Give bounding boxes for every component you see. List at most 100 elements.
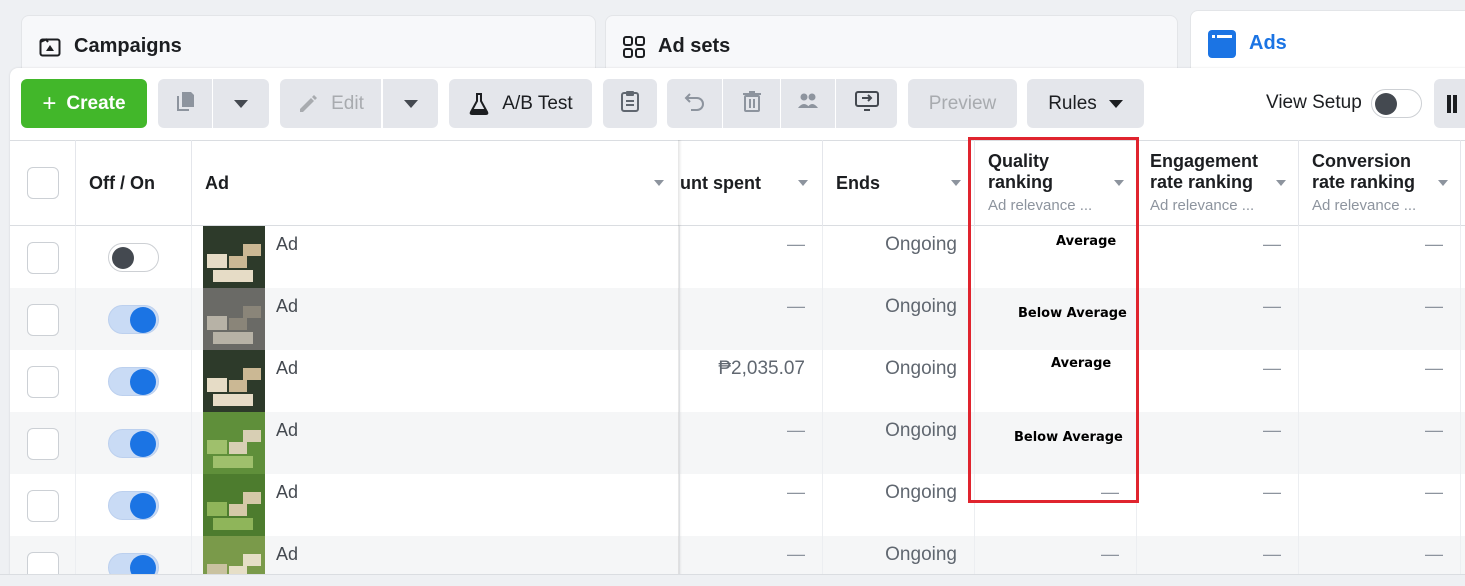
edit-dropdown[interactable] bbox=[383, 79, 438, 128]
clipboard-button[interactable] bbox=[603, 79, 657, 128]
chevron-down-icon bbox=[403, 99, 418, 108]
ends-cell: Ongoing bbox=[885, 420, 957, 441]
header-ad-sort[interactable] bbox=[654, 140, 666, 226]
amount-spent-cell: ₱2,035.07 bbox=[718, 358, 805, 379]
compare-icon bbox=[854, 89, 880, 119]
ad-thumbnail[interactable] bbox=[203, 350, 265, 412]
row-checkbox[interactable] bbox=[27, 304, 59, 336]
compare-button[interactable] bbox=[836, 79, 897, 128]
header-engagement-ranking[interactable]: Engagement rate ranking Ad relevance ... bbox=[1150, 151, 1275, 214]
campaign-icon bbox=[38, 35, 62, 59]
chevron-down-icon bbox=[798, 180, 808, 186]
chevron-down-icon bbox=[951, 180, 961, 186]
view-setup-label: View Setup bbox=[1266, 92, 1362, 113]
ads-table: Off / On Ad unt spent Ends Quality ranki… bbox=[10, 140, 1465, 586]
header-off-on: Off / On bbox=[89, 173, 155, 193]
ends-cell: Ongoing bbox=[885, 234, 957, 255]
amount-spent-cell: — bbox=[787, 420, 805, 440]
tab-ads-label: Ads bbox=[1249, 32, 1287, 54]
ad-status-toggle[interactable] bbox=[108, 367, 159, 396]
conversion-ranking-cell: — bbox=[1425, 420, 1443, 440]
row-checkbox[interactable] bbox=[27, 490, 59, 522]
chevron-down-icon bbox=[654, 180, 664, 186]
ends-cell: Ongoing bbox=[885, 296, 957, 317]
duplicate-button[interactable] bbox=[158, 79, 212, 128]
header-amount-spent[interactable]: unt spent bbox=[680, 173, 761, 194]
conversion-ranking-cell: — bbox=[1425, 544, 1443, 564]
row-checkbox[interactable] bbox=[27, 428, 59, 460]
ad-thumbnail[interactable] bbox=[203, 288, 265, 350]
clipboard-icon bbox=[620, 89, 640, 119]
conversion-ranking-cell: — bbox=[1425, 358, 1443, 378]
select-all-checkbox[interactable] bbox=[27, 167, 59, 199]
duplicate-icon bbox=[173, 89, 197, 119]
table-row[interactable]: Ad ₱2,035.07 Ongoing Average — — bbox=[10, 350, 1465, 412]
ad-name[interactable]: Ad bbox=[276, 358, 298, 379]
ad-name[interactable]: Ad bbox=[276, 234, 298, 255]
engagement-ranking-cell: — bbox=[1263, 482, 1281, 502]
header-conversion-ranking[interactable]: Conversion rate ranking Ad relevance ... bbox=[1312, 151, 1437, 214]
chevron-down-icon bbox=[1438, 180, 1448, 186]
undo-button[interactable] bbox=[667, 79, 722, 128]
view-setup-toggle[interactable] bbox=[1371, 89, 1422, 118]
tab-campaigns-label: Campaigns bbox=[74, 35, 182, 57]
conversion-ranking-cell: — bbox=[1425, 296, 1443, 316]
flask-icon bbox=[468, 92, 490, 116]
share-audience-button[interactable] bbox=[781, 79, 835, 128]
duplicate-dropdown[interactable] bbox=[213, 79, 269, 128]
ad-thumbnail[interactable] bbox=[203, 226, 265, 288]
ad-name[interactable]: Ad bbox=[276, 296, 298, 317]
grid-icon bbox=[622, 35, 646, 59]
edit-button[interactable]: Edit bbox=[280, 79, 381, 128]
columns-button[interactable] bbox=[1434, 79, 1465, 128]
ends-cell: Ongoing bbox=[885, 358, 957, 379]
ad-name[interactable]: Ad bbox=[276, 420, 298, 441]
tab-ad-sets-label: Ad sets bbox=[658, 35, 731, 57]
select-all-header bbox=[27, 140, 59, 226]
table-row[interactable]: Ad — Ongoing Below Average — — bbox=[10, 288, 1465, 350]
ends-cell: Ongoing bbox=[885, 544, 957, 565]
chevron-down-icon bbox=[234, 99, 248, 108]
chevron-down-icon bbox=[1276, 180, 1286, 186]
create-button[interactable]: + Create bbox=[21, 79, 147, 128]
chevron-down-icon bbox=[1108, 99, 1123, 108]
tab-ads[interactable]: Ads bbox=[1190, 10, 1465, 76]
engagement-ranking-cell: — bbox=[1263, 358, 1281, 378]
engagement-ranking-cell: — bbox=[1263, 296, 1281, 316]
row-checkbox[interactable] bbox=[27, 242, 59, 274]
trash-icon bbox=[741, 89, 763, 119]
engagement-ranking-cell: — bbox=[1263, 420, 1281, 440]
amount-spent-cell: — bbox=[787, 482, 805, 502]
conversion-ranking-cell: — bbox=[1425, 234, 1443, 254]
ad-thumbnail[interactable] bbox=[203, 412, 265, 474]
ad-status-toggle[interactable] bbox=[108, 243, 159, 272]
engagement-ranking-cell: — bbox=[1263, 234, 1281, 254]
quality-ranking-cell: — bbox=[1101, 544, 1119, 564]
people-icon bbox=[796, 89, 820, 119]
highlight-box bbox=[968, 137, 1139, 503]
rules-button[interactable]: Rules bbox=[1027, 79, 1144, 128]
ad-name[interactable]: Ad bbox=[276, 544, 298, 565]
ad-window-icon bbox=[1207, 29, 1237, 59]
header-ends[interactable]: Ends bbox=[836, 173, 880, 194]
table-row[interactable]: Ad — Ongoing Below Average — — bbox=[10, 412, 1465, 474]
delete-button[interactable] bbox=[723, 79, 780, 128]
columns-icon bbox=[1447, 94, 1451, 113]
ad-status-toggle[interactable] bbox=[108, 429, 159, 458]
ad-name[interactable]: Ad bbox=[276, 482, 298, 503]
engagement-ranking-cell: — bbox=[1263, 544, 1281, 564]
row-checkbox[interactable] bbox=[27, 366, 59, 398]
conversion-ranking-cell: — bbox=[1425, 482, 1443, 502]
preview-button[interactable]: Preview bbox=[908, 79, 1017, 128]
horizontal-scrollbar[interactable] bbox=[0, 574, 1465, 586]
table-row[interactable]: Ad — Ongoing Average — — bbox=[10, 226, 1465, 288]
ad-status-toggle[interactable] bbox=[108, 305, 159, 334]
ab-test-button[interactable]: A/B Test bbox=[449, 79, 592, 128]
ends-cell: Ongoing bbox=[885, 482, 957, 503]
header-ad[interactable]: Ad bbox=[205, 173, 229, 194]
undo-icon bbox=[683, 89, 707, 119]
amount-spent-cell: — bbox=[787, 234, 805, 254]
ad-status-toggle[interactable] bbox=[108, 491, 159, 520]
table-row[interactable]: Ad — Ongoing — — — bbox=[10, 474, 1465, 536]
ad-thumbnail[interactable] bbox=[203, 474, 265, 536]
